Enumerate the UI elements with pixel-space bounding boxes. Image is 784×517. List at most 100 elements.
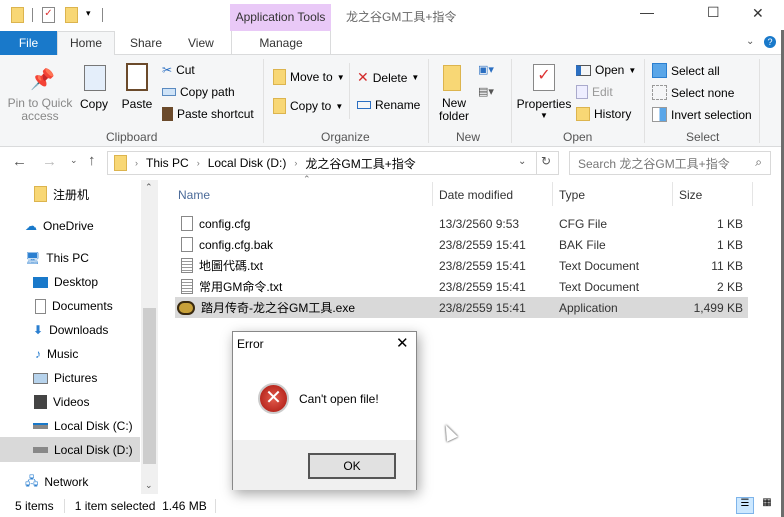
- column-header-name[interactable]: Name: [178, 188, 210, 202]
- copy-icon: [84, 65, 106, 91]
- history-button[interactable]: History: [576, 107, 631, 121]
- file-row[interactable]: config.cfg.bak 23/8/2559 15:41 BAK File 1 K…: [175, 234, 743, 255]
- customize-qat-icon[interactable]: ▾: [86, 8, 91, 19]
- details-view-button[interactable]: ☰: [736, 497, 754, 514]
- scrollbar-thumb[interactable]: [143, 308, 156, 464]
- sidebar-item-onedrive[interactable]: ☁ OneDrive: [25, 214, 94, 238]
- minimize-button[interactable]: —: [640, 4, 654, 20]
- sidebar-item-local-disk-d[interactable]: Local Disk (D:): [33, 438, 133, 462]
- divider: [102, 8, 103, 22]
- move-to-button[interactable]: Move to ▼: [273, 69, 345, 85]
- cut-button[interactable]: ✂ Cut: [162, 63, 195, 77]
- breadcrumb-local-disk-d[interactable]: Local Disk (D:): [208, 156, 287, 170]
- delete-button[interactable]: ✕ Delete ▼: [357, 69, 419, 86]
- sidebar-item-local-disk-c[interactable]: Local Disk (C:): [33, 414, 133, 438]
- scissors-icon: ✂: [162, 63, 173, 77]
- help-icon[interactable]: ?: [764, 36, 776, 48]
- search-icon: ⌕: [755, 155, 762, 169]
- folder-icon: [11, 7, 24, 23]
- sidebar-item-network[interactable]: 🖧 Network: [25, 470, 88, 494]
- ribbon-tabs: File Home Share View Manage ? ⌄: [0, 30, 784, 56]
- new-folder-qat-icon[interactable]: [65, 7, 78, 23]
- group-label-organize: Organize: [321, 130, 370, 144]
- open-button[interactable]: Open ▼: [576, 63, 636, 77]
- expand-ribbon-icon[interactable]: ⌄: [746, 36, 754, 47]
- easy-access-button[interactable]: ▤▾: [478, 85, 494, 98]
- new-folder-button[interactable]: New folder: [434, 97, 474, 123]
- sidebar-item-videos[interactable]: Videos: [34, 390, 89, 414]
- address-dropdown-icon[interactable]: ⌄: [518, 156, 526, 167]
- large-icons-view-button[interactable]: ▦: [758, 497, 776, 514]
- back-button[interactable]: ←: [12, 153, 27, 170]
- sidebar-item-music[interactable]: ♪ Music: [35, 342, 78, 366]
- forward-button[interactable]: →: [42, 153, 57, 170]
- breadcrumb-this-pc[interactable]: This PC: [146, 156, 189, 170]
- paste-shortcut-button[interactable]: Paste shortcut: [162, 107, 254, 121]
- properties-dropdown-icon[interactable]: ▼: [540, 111, 548, 120]
- group-label-new: New: [456, 130, 481, 144]
- file-row[interactable]: 常用GM命令.txt 23/8/2559 15:41 Text Document 2 …: [175, 276, 743, 297]
- select-none-button[interactable]: Select none: [652, 85, 734, 100]
- copy-button[interactable]: Copy: [78, 97, 110, 111]
- column-header-date[interactable]: Date modified: [439, 188, 513, 202]
- tab-view[interactable]: View: [188, 36, 214, 50]
- search-input[interactable]: Search 龙之谷GM工具+指令: [578, 155, 730, 172]
- network-icon: 🖧: [25, 473, 39, 488]
- status-item-count: 5 items: [15, 498, 54, 513]
- tab-share[interactable]: Share: [130, 36, 162, 50]
- file-row[interactable]: 地圖代碼.txt 23/8/2559 15:41 Text Document 11 K…: [175, 255, 743, 276]
- navigation-pane: 注册机 ☁ OneDrive 🖥 This PC Desktop Documents…: [0, 180, 158, 494]
- rename-button[interactable]: Rename: [357, 98, 420, 112]
- sidebar-item-pictures[interactable]: Pictures: [33, 366, 97, 390]
- status-selection: 1 item selected 1.46 MB: [74, 498, 207, 513]
- maximize-button[interactable]: ☐: [707, 4, 720, 21]
- dialog-close-button[interactable]: ✕: [396, 334, 409, 352]
- copy-to-button[interactable]: Copy to ▼: [273, 98, 343, 114]
- folder-icon: [114, 155, 127, 171]
- properties-qat-icon[interactable]: ✓: [42, 7, 55, 23]
- refresh-icon[interactable]: ↻: [541, 154, 551, 168]
- select-all-icon: [652, 63, 667, 78]
- invert-selection-button[interactable]: Invert selection: [652, 107, 752, 122]
- pictures-icon: [33, 372, 48, 384]
- tab-home[interactable]: Home: [57, 31, 115, 56]
- select-all-button[interactable]: Select all: [652, 63, 720, 78]
- new-item-button[interactable]: ▣▾: [478, 63, 494, 76]
- download-arrow-icon: ⬇: [33, 323, 44, 337]
- column-header-size[interactable]: Size: [679, 188, 702, 202]
- paste-shortcut-icon: [162, 107, 173, 121]
- edit-button[interactable]: Edit: [576, 85, 613, 99]
- sidebar-item-this-pc[interactable]: 🖥 This PC: [25, 246, 89, 270]
- pin-to-quick-access-button[interactable]: Pin to Quick access: [4, 97, 76, 123]
- ok-button[interactable]: OK: [308, 453, 396, 479]
- videos-icon: [34, 395, 47, 409]
- file-row-selected[interactable]: 踏月传奇-龙之谷GM工具.exe 23/8/2559 15:41 Applicati…: [175, 297, 748, 318]
- paste-button[interactable]: Paste: [120, 97, 154, 111]
- application-icon: [177, 300, 195, 315]
- file-row[interactable]: config.cfg 13/3/2560 9:53 CFG File 1 KB: [175, 213, 743, 234]
- divider: [759, 59, 760, 143]
- ribbon: 📌 Pin to Quick access Copy Paste ✂ Cut Co…: [0, 55, 784, 147]
- cloud-icon: ☁: [25, 219, 37, 233]
- breadcrumb-current-folder[interactable]: 龙之谷GM工具+指令: [305, 155, 415, 172]
- copy-path-button[interactable]: Copy path: [162, 85, 235, 99]
- sidebar-scrollbar[interactable]: ⌃ ⌄: [141, 180, 158, 494]
- column-header-type[interactable]: Type: [559, 188, 585, 202]
- tab-file[interactable]: File: [0, 31, 57, 55]
- sidebar-item-desktop[interactable]: Desktop: [33, 270, 98, 294]
- search-box[interactable]: Search 龙之谷GM工具+指令 ⌕: [569, 151, 771, 175]
- file-icon: [181, 216, 193, 231]
- paste-icon: [126, 63, 148, 91]
- recent-locations-button[interactable]: ⌄: [70, 155, 78, 166]
- sidebar-item-documents[interactable]: Documents: [35, 294, 113, 318]
- dialog-message: Can't open file!: [299, 392, 379, 406]
- desktop-icon: [33, 276, 48, 288]
- tab-manage[interactable]: Manage: [231, 31, 331, 55]
- up-button[interactable]: ↑: [88, 152, 96, 169]
- close-button[interactable]: ✕: [752, 5, 764, 22]
- address-bar[interactable]: › This PC › Local Disk (D:) › 龙之谷GM工具+指令 ⌄ …: [107, 151, 559, 175]
- sidebar-item-zhucejі[interactable]: 注册机: [34, 182, 89, 206]
- properties-button[interactable]: Properties: [516, 97, 572, 111]
- sidebar-item-downloads[interactable]: ⬇ Downloads: [33, 318, 108, 342]
- text-file-icon: [181, 279, 193, 294]
